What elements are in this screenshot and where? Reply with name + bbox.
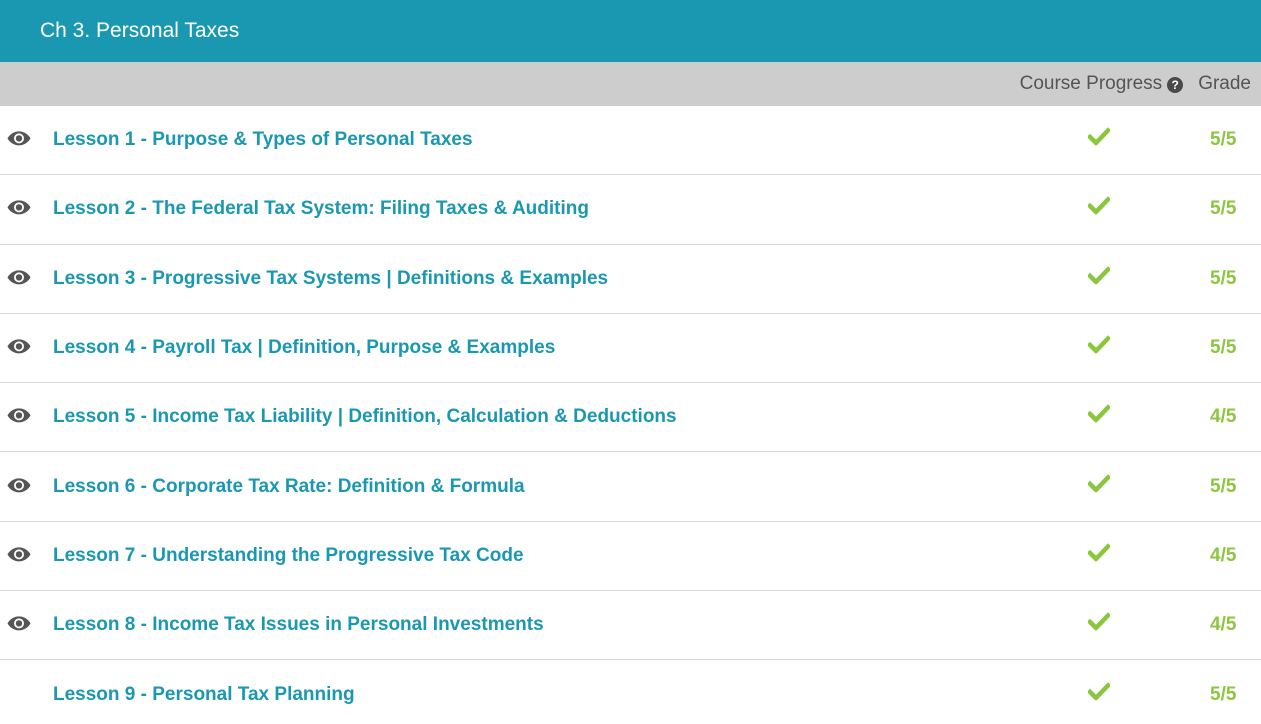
eye-icon [7,478,31,493]
lesson-link[interactable]: Lesson 8 - Income Tax Issues in Personal… [53,614,544,636]
grade-heading: Grade [1198,73,1251,94]
lesson-row: Lesson 5 - Income Tax Liability | Defini… [0,383,1261,453]
eye-icon [7,200,31,215]
check-icon [1088,335,1110,354]
chapter-header: Ch 3. Personal Taxes [0,0,1261,62]
check-icon [1088,682,1110,701]
eye-icon [7,547,31,562]
lesson-grade: 5/5 [1210,198,1237,220]
course-progress-heading: Course Progress ? [1020,73,1184,95]
lesson-row: Lesson 1 - Purpose & Types of Personal T… [0,106,1261,176]
eye-icon [7,131,31,146]
lesson-row: Lesson 6 - Corporate Tax Rate: Definitio… [0,452,1261,522]
lesson-link[interactable]: Lesson 2 - The Federal Tax System: Filin… [53,198,589,220]
lesson-grade: 4/5 [1210,544,1237,566]
chapter-title: Ch 3. Personal Taxes [40,19,240,42]
lesson-link[interactable]: Lesson 3 - Progressive Tax Systems | Def… [53,268,608,290]
lesson-row: Lesson 4 - Payroll Tax | Definition, Pur… [0,314,1261,384]
lesson-row: Lesson 7 - Understanding the Progressive… [0,522,1261,592]
lesson-list: Lesson 1 - Purpose & Types of Personal T… [0,106,1261,724]
check-icon [1088,196,1110,215]
check-icon [1088,266,1110,285]
eye-icon [7,339,31,354]
lesson-row: Lesson 8 - Income Tax Issues in Personal… [0,591,1261,661]
eye-icon [7,270,31,285]
check-icon [1088,543,1110,562]
lesson-link[interactable]: Lesson 1 - Purpose & Types of Personal T… [53,129,473,151]
lesson-link[interactable]: Lesson 6 - Corporate Tax Rate: Definitio… [53,476,525,498]
lesson-link[interactable]: Lesson 9 - Personal Tax Planning [53,684,355,706]
lesson-grade: 5/5 [1210,267,1237,289]
course-progress-label: Course Progress [1019,73,1163,94]
check-icon [1088,612,1110,631]
lesson-row: Lesson 2 - The Federal Tax System: Filin… [0,175,1261,245]
lesson-link[interactable]: Lesson 7 - Understanding the Progressive… [53,545,524,567]
lesson-row: Lesson 9 - Personal Tax Planning 5/5 [0,660,1261,724]
lesson-row: Lesson 3 - Progressive Tax Systems | Def… [0,245,1261,314]
eye-icon [7,408,31,423]
lesson-grade: 5/5 [1210,337,1237,359]
check-icon [1088,404,1110,423]
lesson-grade: 5/5 [1210,684,1237,706]
column-header-bar: Course Progress ? Grade [0,62,1261,106]
lesson-grade: 4/5 [1210,614,1237,636]
lesson-link[interactable]: Lesson 4 - Payroll Tax | Definition, Pur… [53,337,555,359]
lesson-grade: 4/5 [1210,406,1237,428]
lesson-link[interactable]: Lesson 5 - Income Tax Liability | Defini… [53,406,677,428]
help-icon[interactable]: ? [1167,77,1184,93]
check-icon [1088,127,1110,146]
lesson-grade: 5/5 [1210,129,1237,151]
lesson-grade: 5/5 [1210,475,1237,497]
eye-icon [7,616,31,631]
check-icon [1088,474,1110,493]
